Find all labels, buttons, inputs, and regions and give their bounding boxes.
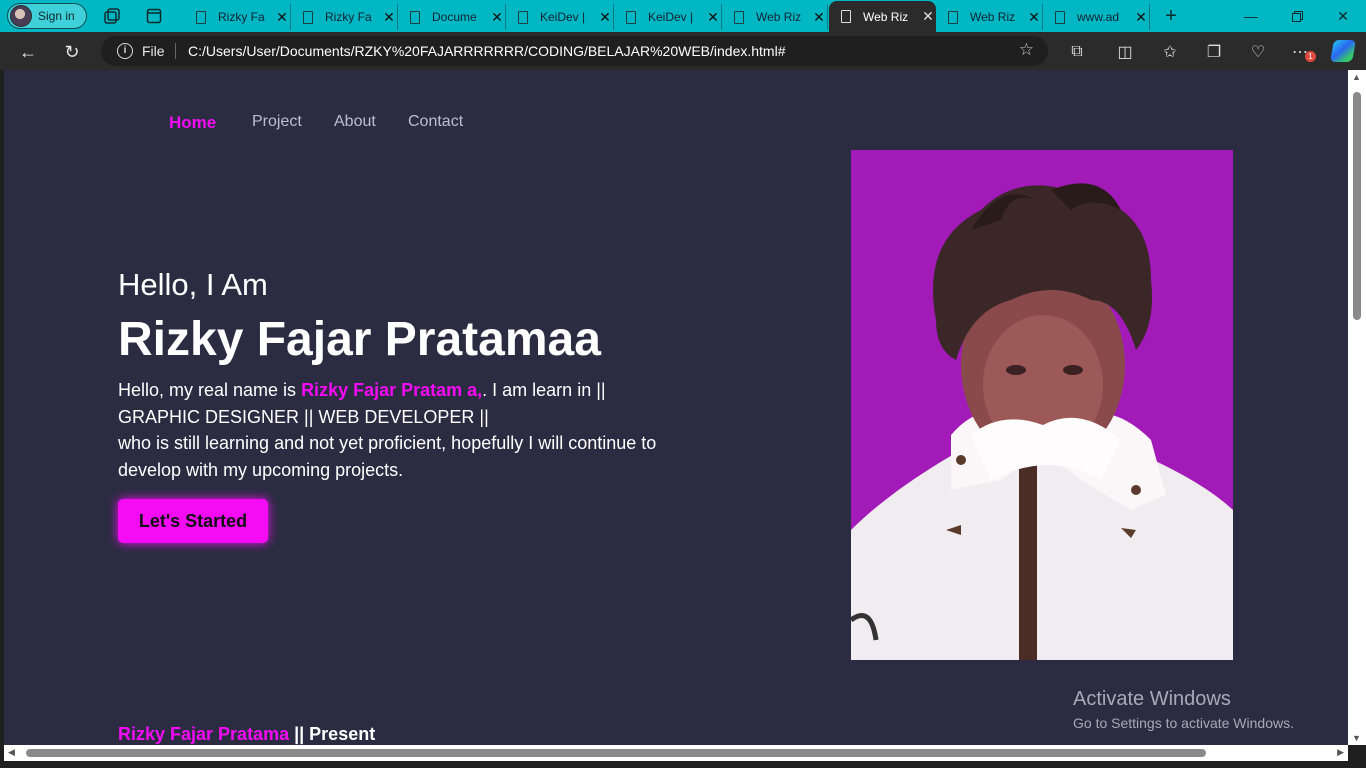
tab-9[interactable]: www.ad ✕: [1043, 4, 1150, 30]
tab-title: Rizky Fa: [218, 10, 265, 24]
restore-icon[interactable]: [1274, 0, 1320, 32]
page-viewport: Home Project About Contact Hello, I Am R…: [4, 70, 1348, 745]
divider: [175, 43, 176, 59]
description-text: who is still learning and not yet profic…: [118, 433, 657, 480]
info-icon[interactable]: i: [117, 43, 133, 59]
horizontal-scrollbar[interactable]: ◀ ▶: [4, 745, 1348, 761]
footer-credit: Rizky Fajar Pratama || Present: [118, 724, 375, 745]
scroll-down-icon[interactable]: ▼: [1352, 733, 1361, 743]
scroll-up-icon[interactable]: ▲: [1352, 72, 1361, 82]
close-tab-icon[interactable]: ✕: [1133, 9, 1149, 26]
hero-name: Rizky Fajar Pratamaa: [118, 313, 601, 366]
activate-windows-watermark: Activate Windows Go to Settings to activ…: [1073, 688, 1294, 731]
page-icon: [518, 10, 528, 24]
scroll-thumb[interactable]: [1353, 92, 1361, 320]
copilot-icon[interactable]: [1330, 40, 1356, 62]
tab-2[interactable]: Rizky Fa ✕: [291, 4, 398, 30]
page-icon: [1055, 10, 1065, 24]
toolbar: ← ↻ i File C:/Users/User/Documents/RZKY%…: [0, 32, 1366, 70]
greeting: Hello, I Am: [118, 267, 268, 302]
url-text[interactable]: C:/Users/User/Documents/RZKY%20FAJARRRRR…: [188, 43, 786, 59]
close-tab-icon[interactable]: ✕: [920, 8, 936, 25]
scroll-thumb[interactable]: [26, 749, 1206, 757]
profile-signin-button[interactable]: Sign in: [7, 3, 87, 29]
nav-home[interactable]: Home: [169, 113, 216, 133]
close-tab-icon[interactable]: ✕: [811, 9, 827, 26]
description-highlight: Rizky Fajar Pratam a,: [301, 380, 483, 400]
description-text: Hello, my real name is: [118, 380, 302, 400]
tab-title: Web Riz: [863, 9, 909, 24]
page-icon: [626, 10, 636, 24]
notification-badge: 1: [1305, 51, 1316, 62]
nav-contact[interactable]: Contact: [408, 113, 463, 131]
tab-4[interactable]: KeiDev | ✕: [506, 4, 614, 30]
page-icon: [410, 10, 420, 24]
tab-title: Web Riz: [970, 10, 1016, 24]
workspaces-icon[interactable]: [101, 5, 123, 27]
page-icon: [734, 10, 744, 24]
tab-title: Web Riz: [756, 10, 802, 24]
minimize-icon[interactable]: —: [1228, 0, 1274, 32]
tab-8[interactable]: Web Riz ✕: [936, 4, 1043, 30]
profile-photo: [851, 150, 1233, 660]
close-tab-icon[interactable]: ✕: [274, 9, 290, 26]
split-screen-icon[interactable]: ◫: [1114, 41, 1136, 63]
close-tab-icon[interactable]: ✕: [705, 9, 721, 26]
favorites-icon[interactable]: ✩: [1159, 41, 1181, 63]
browser-essentials-icon[interactable]: ♡: [1247, 41, 1269, 63]
activate-subtitle: Go to Settings to activate Windows.: [1073, 715, 1294, 731]
footer-name: Rizky Fajar Pratama: [118, 724, 290, 744]
signin-label: Sign in: [38, 9, 75, 23]
tab-6[interactable]: Web Riz ✕: [722, 4, 828, 30]
window-bottom-edge: [0, 761, 1366, 768]
nav-about[interactable]: About: [334, 113, 376, 131]
close-window-icon[interactable]: ✕: [1320, 0, 1366, 32]
page-icon: [303, 10, 313, 24]
page-icon: [948, 10, 958, 24]
favorite-star-icon[interactable]: ☆: [1019, 40, 1034, 60]
nav-project[interactable]: Project: [252, 113, 302, 131]
page-icon: [196, 10, 206, 24]
scroll-left-icon[interactable]: ◀: [8, 747, 15, 758]
address-bar[interactable]: i File C:/Users/User/Documents/RZKY%20FA…: [101, 36, 1048, 66]
tab-5[interactable]: KeiDev | ✕: [614, 4, 722, 30]
tab-3[interactable]: Docume ✕: [398, 4, 506, 30]
back-arrow-icon[interactable]: ←: [15, 39, 41, 65]
tab-title: Docume: [432, 10, 477, 24]
scheme-label: File: [142, 43, 165, 59]
close-tab-icon[interactable]: ✕: [489, 9, 505, 26]
tab-1[interactable]: Rizky Fa ✕: [184, 4, 291, 30]
tab-title: www.ad: [1077, 10, 1120, 24]
tab-actions-icon[interactable]: [143, 5, 165, 27]
tab-title: KeiDev |: [648, 10, 694, 24]
close-tab-icon[interactable]: ✕: [381, 9, 397, 26]
page-icon: [841, 10, 851, 23]
tab-title: KeiDev |: [540, 10, 586, 24]
scroll-right-icon[interactable]: ▶: [1337, 747, 1344, 758]
new-tab-icon[interactable]: +: [1160, 5, 1182, 27]
close-tab-icon[interactable]: ✕: [597, 9, 613, 26]
tab-strip: Sign in Rizky Fa ✕ Rizky Fa ✕ Docume ✕ K…: [0, 0, 1366, 32]
footer-suffix: || Present: [289, 724, 376, 744]
activate-title: Activate Windows: [1073, 688, 1231, 710]
tab-title: Rizky Fa: [325, 10, 372, 24]
lets-started-button[interactable]: Let's Started: [118, 499, 268, 543]
extensions-icon[interactable]: ⧉: [1066, 41, 1088, 63]
avatar: [10, 5, 32, 27]
refresh-icon[interactable]: ↻: [59, 39, 85, 65]
close-tab-icon[interactable]: ✕: [1026, 9, 1042, 26]
tab-7-active[interactable]: Web Riz ✕: [829, 1, 936, 32]
collections-icon[interactable]: ❐: [1203, 41, 1225, 63]
vertical-scrollbar[interactable]: ▲ ▼: [1348, 70, 1366, 745]
hero-description: Hello, my real name is Rizky Fajar Prata…: [118, 377, 668, 483]
